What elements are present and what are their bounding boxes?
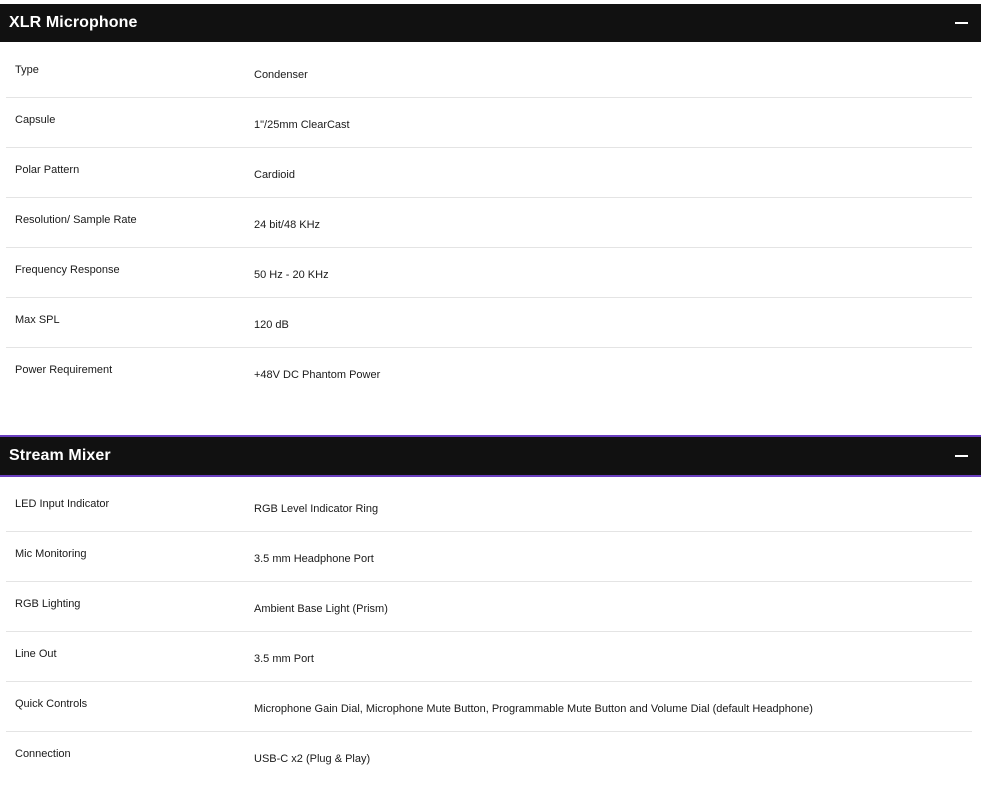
section-header-xlr-microphone[interactable]: XLR Microphone xyxy=(0,4,981,42)
spec-table-stream-mixer: LED Input Indicator RGB Level Indicator … xyxy=(6,482,972,782)
spec-label: Quick Controls xyxy=(15,698,88,710)
spec-row: Quick Controls Microphone Gain Dial, Mic… xyxy=(6,682,972,732)
spec-value: Ambient Base Light (Prism) xyxy=(254,603,388,615)
spec-label: Capsule xyxy=(15,114,56,126)
spec-row: RGB Lighting Ambient Base Light (Prism) xyxy=(6,582,972,632)
minus-icon xyxy=(954,22,968,24)
spec-value: Microphone Gain Dial, Microphone Mute Bu… xyxy=(254,703,813,715)
collapse-button[interactable] xyxy=(949,444,973,468)
spec-value: 1"/25mm ClearCast xyxy=(254,119,350,131)
spec-label: RGB Lighting xyxy=(15,598,81,610)
spec-row: Line Out 3.5 mm Port xyxy=(6,632,972,682)
spec-value: Cardioid xyxy=(254,169,295,181)
spec-value: +48V DC Phantom Power xyxy=(254,369,381,381)
spec-label: Max SPL xyxy=(15,314,60,326)
spec-value: RGB Level Indicator Ring xyxy=(254,503,379,515)
spec-label: Type xyxy=(15,64,39,76)
spec-row: Polar Pattern Cardioid xyxy=(6,148,972,198)
section-title: XLR Microphone xyxy=(9,14,138,31)
spec-value: 3.5 mm Headphone Port xyxy=(254,553,374,565)
spec-label: Line Out xyxy=(15,648,57,660)
spec-label: Power Requirement xyxy=(15,364,113,376)
spec-row: Power Requirement +48V DC Phantom Power xyxy=(6,348,972,398)
spec-label: Connection xyxy=(15,748,71,760)
spec-row: LED Input Indicator RGB Level Indicator … xyxy=(6,482,972,532)
spec-row: Mic Monitoring 3.5 mm Headphone Port xyxy=(6,532,972,582)
spec-value: 3.5 mm Port xyxy=(254,653,314,665)
spec-value: Condenser xyxy=(254,69,308,81)
spec-value: 24 bit/48 KHz xyxy=(254,219,321,231)
spec-row: Resolution/ Sample Rate 24 bit/48 KHz xyxy=(6,198,972,248)
spec-label: LED Input Indicator xyxy=(15,498,110,510)
collapse-button[interactable] xyxy=(949,11,973,35)
spec-row: Capsule 1"/25mm ClearCast xyxy=(6,98,972,148)
section-header-stream-mixer[interactable]: Stream Mixer xyxy=(0,435,981,477)
spec-label: Mic Monitoring xyxy=(15,548,87,560)
spec-label: Resolution/ Sample Rate xyxy=(15,214,137,226)
spec-value: 50 Hz - 20 KHz xyxy=(254,269,329,281)
spec-row: Connection USB-C x2 (Plug & Play) xyxy=(6,732,972,782)
spec-row: Max SPL 120 dB xyxy=(6,298,972,348)
section-title: Stream Mixer xyxy=(9,447,111,464)
spec-value: 120 dB xyxy=(254,319,289,331)
spec-label: Polar Pattern xyxy=(15,164,80,176)
spec-label: Frequency Response xyxy=(15,264,120,276)
spec-table-xlr-microphone: Type Condenser Capsule 1"/25mm ClearCast… xyxy=(6,48,972,398)
spec-row: Frequency Response 50 Hz - 20 KHz xyxy=(6,248,972,298)
minus-icon xyxy=(954,455,968,457)
spec-value: USB-C x2 (Plug & Play) xyxy=(254,753,371,765)
spec-row: Type Condenser xyxy=(6,48,972,98)
